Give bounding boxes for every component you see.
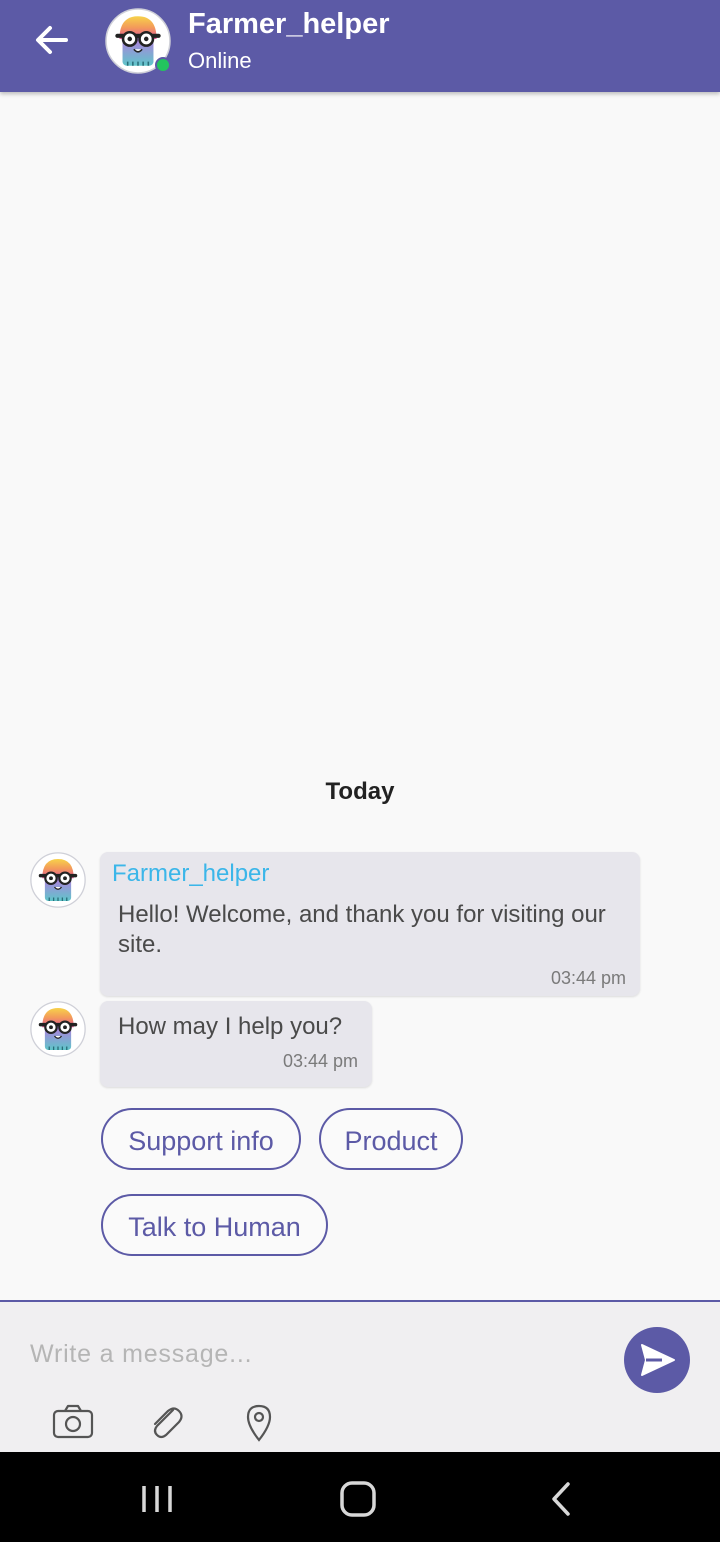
location-button[interactable] [236,1402,282,1442]
home-button[interactable] [333,1474,383,1524]
date-separator: Today [325,778,395,805]
bot-avatar [30,852,86,908]
system-back-button[interactable] [536,1474,586,1524]
camera-button[interactable] [50,1402,96,1442]
message-text: Hello! Welcome, and thank you for visiti… [118,901,606,958]
send-icon [641,1344,675,1376]
online-status-dot [155,57,171,73]
message-text: How may I help you? [118,1013,343,1040]
camera-icon [52,1404,94,1439]
chat-header: Farmer_helper Online [0,0,720,92]
attach-button[interactable] [143,1402,189,1442]
bot-avatar [30,1001,86,1057]
paperclip-icon [153,1407,183,1439]
message-bubble: How may I help you? 03:44 pm [100,1001,372,1087]
message-time: 03:44 pm [550,968,626,988]
back-button[interactable] [28,18,78,62]
system-navigation-bar [0,1452,720,1542]
quick-reply-support-info[interactable]: Support info [101,1108,301,1170]
send-button[interactable] [624,1327,690,1393]
message-time: 03:44 pm [282,1051,358,1071]
message-bubble: Farmer_helper Hello! Welcome, and thank … [100,852,640,996]
message-composer [0,1300,720,1452]
chat-title: Farmer_helper [188,8,390,40]
chat-status: Online [188,48,252,73]
location-pin-icon [246,1404,272,1442]
quick-reply-product[interactable]: Product [319,1108,463,1170]
home-icon [340,1481,376,1517]
message-input[interactable] [18,1330,612,1378]
back-icon [552,1482,570,1516]
sender-name: Farmer_helper [112,860,270,887]
quick-reply-talk-to-human[interactable]: Talk to Human [101,1194,328,1256]
arrow-left-icon [36,26,68,54]
recent-apps-icon [142,1486,172,1512]
recent-apps-button[interactable] [132,1474,182,1524]
